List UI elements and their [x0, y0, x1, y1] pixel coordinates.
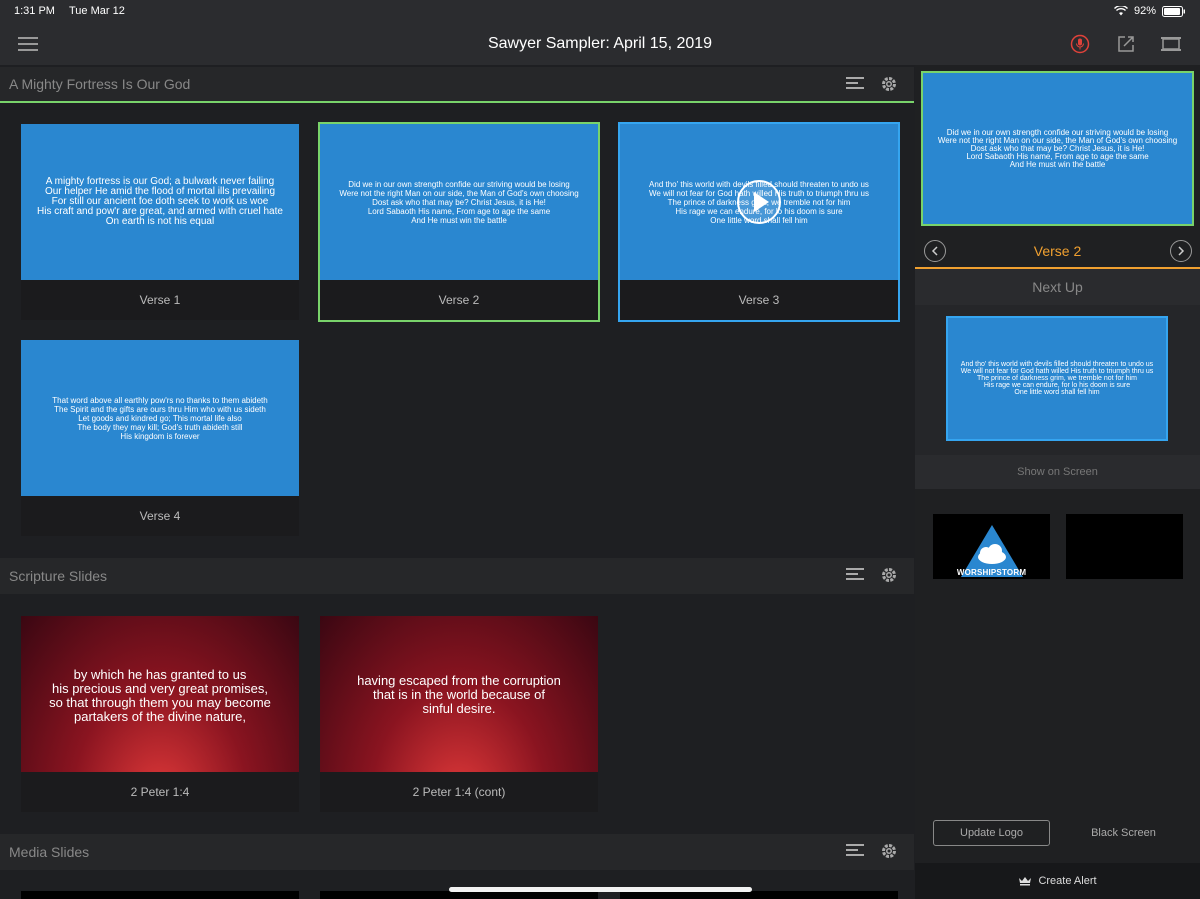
slide-label: 2 Peter 1:4: [21, 772, 299, 812]
section-header-hymn[interactable]: A Mighty Fortress Is Our God: [0, 67, 914, 103]
live-panel: Did we in our own strength confide our s…: [915, 65, 1200, 899]
create-alert-label: Create Alert: [1038, 875, 1097, 887]
black-screen-button[interactable]: Black Screen: [1065, 820, 1182, 846]
gear-icon[interactable]: [880, 566, 898, 584]
media-slide-card[interactable]: [620, 891, 898, 899]
next-slide-button[interactable]: [1170, 240, 1192, 262]
gear-icon[interactable]: [880, 842, 898, 860]
slide-card[interactable]: having escaped from the corruption that …: [320, 616, 598, 812]
home-indicator[interactable]: [449, 887, 752, 892]
external-edit-icon[interactable]: [1114, 32, 1138, 56]
slide-label: Verse 2: [320, 280, 598, 320]
show-on-screen-heading: Show on Screen: [915, 455, 1200, 489]
microphone-icon[interactable]: [1068, 32, 1092, 56]
slide-thumbnail: That word above all earthly pow'rs no th…: [21, 340, 299, 496]
slide-card-selected[interactable]: Did we in our own strength confide our s…: [318, 122, 600, 322]
gear-icon[interactable]: [880, 75, 898, 93]
section-title: Scripture Slides: [9, 568, 108, 584]
play-icon[interactable]: [736, 179, 782, 225]
battery-percent: 92%: [1133, 5, 1156, 17]
alert-crown-icon: [1019, 877, 1032, 886]
logo-text: WORSHIPSTORM: [956, 568, 1027, 577]
align-left-icon[interactable]: [846, 842, 864, 858]
black-screen-option[interactable]: [1066, 514, 1183, 579]
next-up-thumbnail[interactable]: And tho' this world with devils filled s…: [946, 316, 1168, 441]
update-logo-button[interactable]: Update Logo: [933, 820, 1050, 846]
status-bar: 1:31 PM Tue Mar 12 92%: [0, 0, 1200, 22]
slide-thumbnail: by which he has granted to us his precio…: [21, 616, 299, 772]
chevron-left-icon: [931, 246, 938, 256]
status-date: Tue Mar 12: [68, 5, 125, 17]
service-item-list[interactable]: A Mighty Fortress Is Our God A mighty fo…: [0, 65, 914, 899]
slide-card[interactable]: A mighty fortress is our God; a bulwark …: [21, 124, 299, 320]
media-slide-card[interactable]: [320, 891, 598, 899]
align-left-icon[interactable]: [846, 566, 864, 582]
nav-bar: Sawyer Sampler: April 15, 2019: [0, 22, 1200, 65]
slide-thumbnail: Did we in our own strength confide our s…: [320, 124, 598, 280]
media-slide-card[interactable]: [21, 891, 299, 899]
slide-label: Verse 1: [21, 280, 299, 320]
next-up-heading: Next Up: [915, 269, 1200, 305]
live-preview: Did we in our own strength confide our s…: [921, 71, 1194, 226]
slide-label: Verse 3: [620, 280, 898, 320]
slide-label: Verse 4: [21, 496, 299, 536]
slide-label: 2 Peter 1:4 (cont): [320, 772, 598, 812]
slide-card[interactable]: That word above all earthly pow'rs no th…: [21, 340, 299, 536]
next-up-panel: And tho' this world with devils filled s…: [915, 305, 1200, 455]
section-header-media[interactable]: Media Slides: [0, 834, 914, 870]
logo-screen-option[interactable]: WORSHIPSTORM: [933, 514, 1050, 579]
slide-card[interactable]: by which he has granted to us his precio…: [21, 616, 299, 812]
present-screen-icon[interactable]: [1159, 32, 1183, 56]
section-title: Media Slides: [9, 844, 90, 860]
verse-navigator: Verse 2: [915, 233, 1200, 269]
create-alert-button[interactable]: Create Alert: [915, 863, 1200, 899]
section-header-scripture[interactable]: Scripture Slides: [0, 558, 914, 594]
slide-card-next[interactable]: And tho' this world with devils filled s…: [618, 122, 900, 322]
slide-thumbnail: A mighty fortress is our God; a bulwark …: [21, 124, 299, 280]
battery-icon: [1162, 5, 1185, 17]
align-left-icon[interactable]: [846, 75, 864, 91]
page-title: Sawyer Sampler: April 15, 2019: [487, 34, 713, 52]
chevron-right-icon: [1178, 246, 1185, 256]
slide-thumbnail: having escaped from the corruption that …: [320, 616, 598, 772]
section-title: A Mighty Fortress Is Our God: [9, 76, 191, 92]
previous-slide-button[interactable]: [924, 240, 946, 262]
status-time: 1:31 PM: [14, 5, 55, 17]
current-slide-label: Verse 2: [1033, 243, 1082, 259]
wifi-icon: [1113, 6, 1128, 16]
menu-icon[interactable]: [16, 32, 40, 56]
